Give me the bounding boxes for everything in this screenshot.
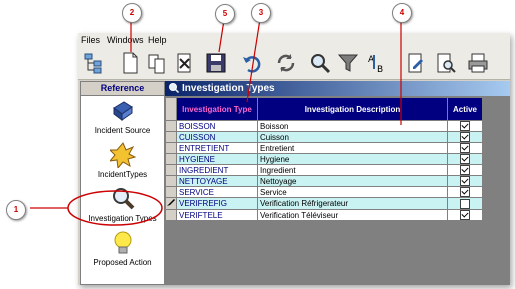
callout-line-5 [218,19,225,53]
callout-badge: 1 [6,200,26,220]
highlight-ellipse [67,190,163,226]
callout-badge: 3 [251,3,271,23]
callout-line-3 [246,18,261,103]
callout-badge: 2 [122,3,142,23]
callout-badge: 4 [392,3,412,23]
callout-badge: 5 [215,4,235,24]
annotation-layer [30,18,402,226]
